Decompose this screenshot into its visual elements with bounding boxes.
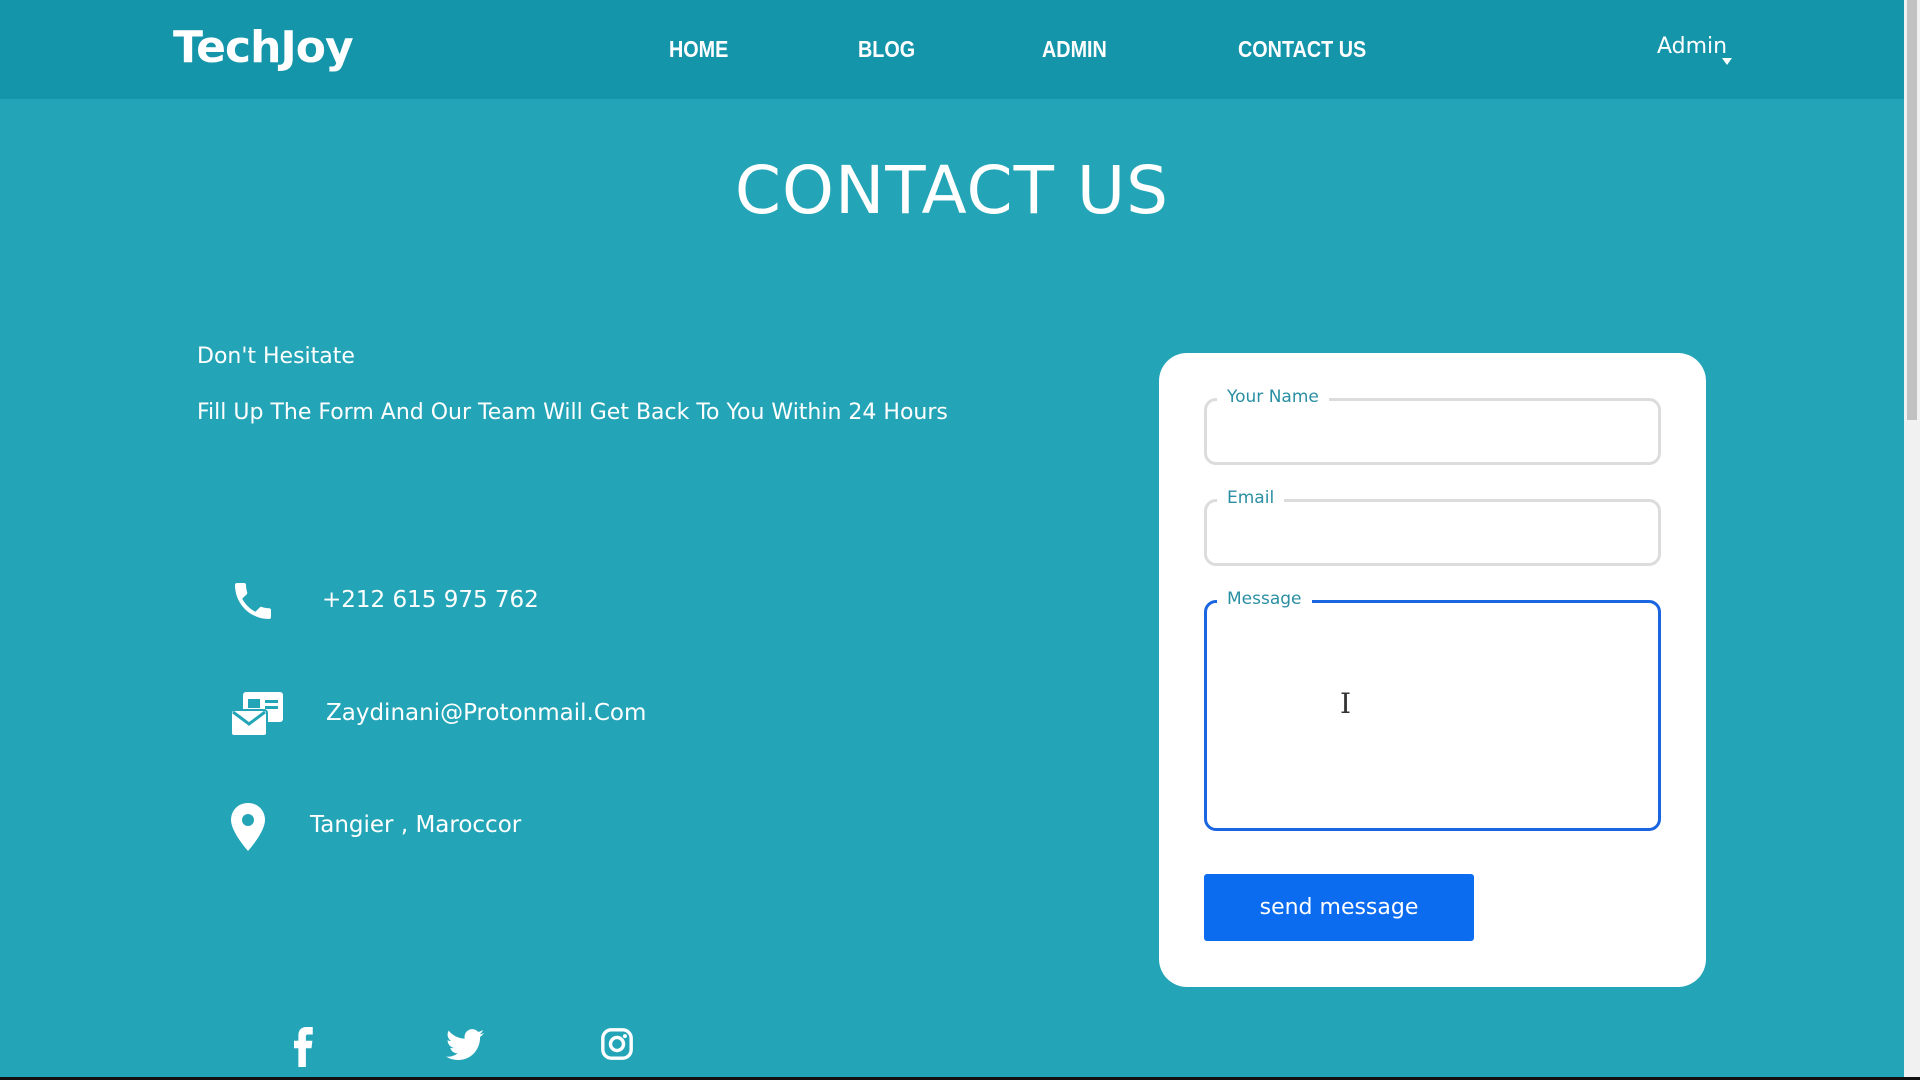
contact-subtext: Fill Up The Form And Our Team Will Get B… <box>197 400 948 425</box>
facebook-icon[interactable] <box>289 1027 319 1071</box>
nav-contact-link[interactable]: CONTACT US <box>1238 36 1366 63</box>
mail-icon <box>229 690 285 742</box>
nav-home-link[interactable]: HOME <box>669 36 728 63</box>
phone-icon <box>229 577 277 629</box>
name-field-label: Your Name <box>1217 387 1329 407</box>
user-menu-button[interactable]: Admin <box>1657 34 1727 59</box>
email-field-label: Email <box>1217 488 1285 508</box>
contact-form-card: Your Name Email Message I send message <box>1159 353 1706 987</box>
text-cursor-icon: I <box>1340 687 1352 720</box>
chevron-down-icon[interactable] <box>1722 58 1732 65</box>
contact-phone: +212 615 975 762 <box>322 587 539 613</box>
contact-email[interactable]: Zaydinani@Protonmail.Com <box>326 700 646 726</box>
contact-tagline: Don't Hesitate <box>197 344 355 369</box>
brand-logo[interactable]: TechJoy <box>173 22 354 73</box>
message-field[interactable]: Message I <box>1204 589 1661 831</box>
scrollbar-thumb[interactable] <box>1907 0 1917 420</box>
send-message-button[interactable]: send message <box>1204 874 1474 941</box>
nav-admin-link[interactable]: ADMIN <box>1042 36 1107 63</box>
page-title: CONTACT US <box>734 152 1170 229</box>
page-scrollbar[interactable] <box>1904 0 1920 1080</box>
email-field[interactable]: Email <box>1204 488 1661 566</box>
nav-blog-link[interactable]: BLOG <box>858 36 915 63</box>
message-field-label: Message <box>1217 589 1312 609</box>
instagram-icon[interactable] <box>600 1027 634 1065</box>
location-pin-icon <box>229 802 267 856</box>
navbar: TechJoy HOME BLOG ADMIN CONTACT US Admin <box>0 0 1904 99</box>
twitter-icon[interactable] <box>446 1027 484 1067</box>
contact-location: Tangier , Maroccor <box>310 812 522 838</box>
name-field[interactable]: Your Name <box>1204 387 1661 465</box>
